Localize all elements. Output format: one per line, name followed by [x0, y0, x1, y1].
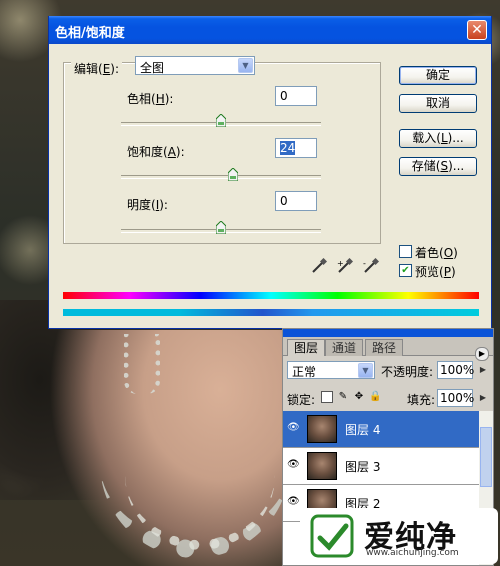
- tab-layers[interactable]: 图层: [287, 339, 326, 356]
- lightness-label: 明度(I):: [127, 198, 168, 212]
- colorize-label: 着色(O): [415, 246, 458, 260]
- layer-thumbnail: [307, 415, 337, 443]
- fill-input[interactable]: 100%: [437, 389, 474, 407]
- eye-icon[interactable]: 👁: [287, 460, 301, 470]
- blend-mode-dropdown[interactable]: 正常 ▼: [287, 361, 375, 379]
- lock-all-icon[interactable]: 🔒: [369, 391, 381, 403]
- fill-label: 填充:: [407, 393, 436, 407]
- eyedropper-minus-icon[interactable]: -: [363, 257, 380, 274]
- svg-text:-: -: [363, 259, 366, 268]
- lock-paint-icon[interactable]: ✎: [337, 391, 349, 403]
- eyedropper-icon[interactable]: [311, 257, 328, 274]
- opacity-label: 不透明度:: [381, 365, 434, 379]
- opacity-arrow-icon[interactable]: ▶: [477, 364, 489, 376]
- layer-row[interactable]: 👁 图层 3: [283, 448, 479, 485]
- adjustment-group: [63, 62, 381, 244]
- close-button[interactable]: ✕: [467, 20, 487, 40]
- panel-menu-icon[interactable]: ▶: [475, 347, 489, 361]
- lightness-input[interactable]: 0: [275, 191, 317, 211]
- eye-icon[interactable]: 👁: [287, 497, 301, 507]
- panel-tabs: 图层 通道 路径 ▶: [283, 337, 493, 361]
- preview-checkbox[interactable]: ✔: [399, 264, 412, 277]
- saturation-slider-thumb[interactable]: [228, 168, 239, 181]
- watermark-url: www.aichunjing.com: [366, 548, 459, 558]
- saturation-slider-track[interactable]: [121, 175, 321, 179]
- dialog-title: 色相/饱和度: [55, 26, 125, 41]
- opacity-input[interactable]: 100%: [437, 361, 474, 379]
- scrollbar-thumb[interactable]: [480, 427, 492, 487]
- lock-transparency-icon[interactable]: [321, 391, 333, 403]
- hue-label: 色相(H):: [127, 92, 174, 106]
- load-button[interactable]: 载入(L)...: [399, 129, 477, 148]
- edit-dropdown[interactable]: 全图 ▼: [135, 56, 255, 75]
- fill-arrow-icon[interactable]: ▶: [477, 392, 489, 404]
- watermark: 爱纯净 www.aichunjing.com: [300, 508, 498, 564]
- hue-saturation-dialog: 色相/饱和度 ✕ 编辑(E): 全图 ▼ 色相(H): 0 饱和度(A): 24…: [48, 16, 492, 329]
- eyedropper-plus-icon[interactable]: +: [337, 257, 354, 274]
- eye-icon[interactable]: 👁: [287, 423, 301, 433]
- lightness-slider-thumb[interactable]: [216, 221, 226, 234]
- cancel-button[interactable]: 取消: [399, 94, 477, 113]
- edit-label: 编辑(E):: [71, 60, 123, 77]
- input-hue-bar: [63, 292, 479, 299]
- ok-button[interactable]: 确定: [399, 66, 477, 85]
- saturation-label: 饱和度(A):: [127, 145, 185, 159]
- edit-dropdown-value: 全图: [140, 61, 165, 75]
- lock-move-icon[interactable]: ✥: [353, 391, 365, 403]
- layer-thumbnail: [307, 452, 337, 480]
- dialog-titlebar[interactable]: 色相/饱和度 ✕: [49, 16, 491, 44]
- saturation-input[interactable]: 24: [275, 138, 317, 158]
- earring: [124, 334, 160, 394]
- tab-paths[interactable]: 路径: [365, 339, 404, 356]
- lock-label: 锁定:: [287, 393, 316, 407]
- hue-input[interactable]: 0: [275, 86, 317, 106]
- preview-label: 预览(P): [415, 265, 456, 279]
- chevron-down-icon[interactable]: ▼: [358, 363, 373, 378]
- svg-text:+: +: [337, 259, 344, 268]
- save-button[interactable]: 存储(S)...: [399, 157, 477, 176]
- colorize-checkbox[interactable]: [399, 245, 412, 258]
- output-hue-bar: [63, 309, 479, 316]
- watermark-logo-icon: [310, 514, 354, 558]
- layer-name: 图层 4: [345, 423, 381, 437]
- layer-name: 图层 3: [345, 460, 381, 474]
- layer-row[interactable]: 👁 图层 4: [283, 411, 479, 448]
- tab-channels[interactable]: 通道: [325, 339, 364, 356]
- hue-slider-thumb[interactable]: [216, 114, 226, 127]
- chevron-down-icon[interactable]: ▼: [238, 58, 253, 73]
- panel-titlebar[interactable]: [283, 329, 493, 337]
